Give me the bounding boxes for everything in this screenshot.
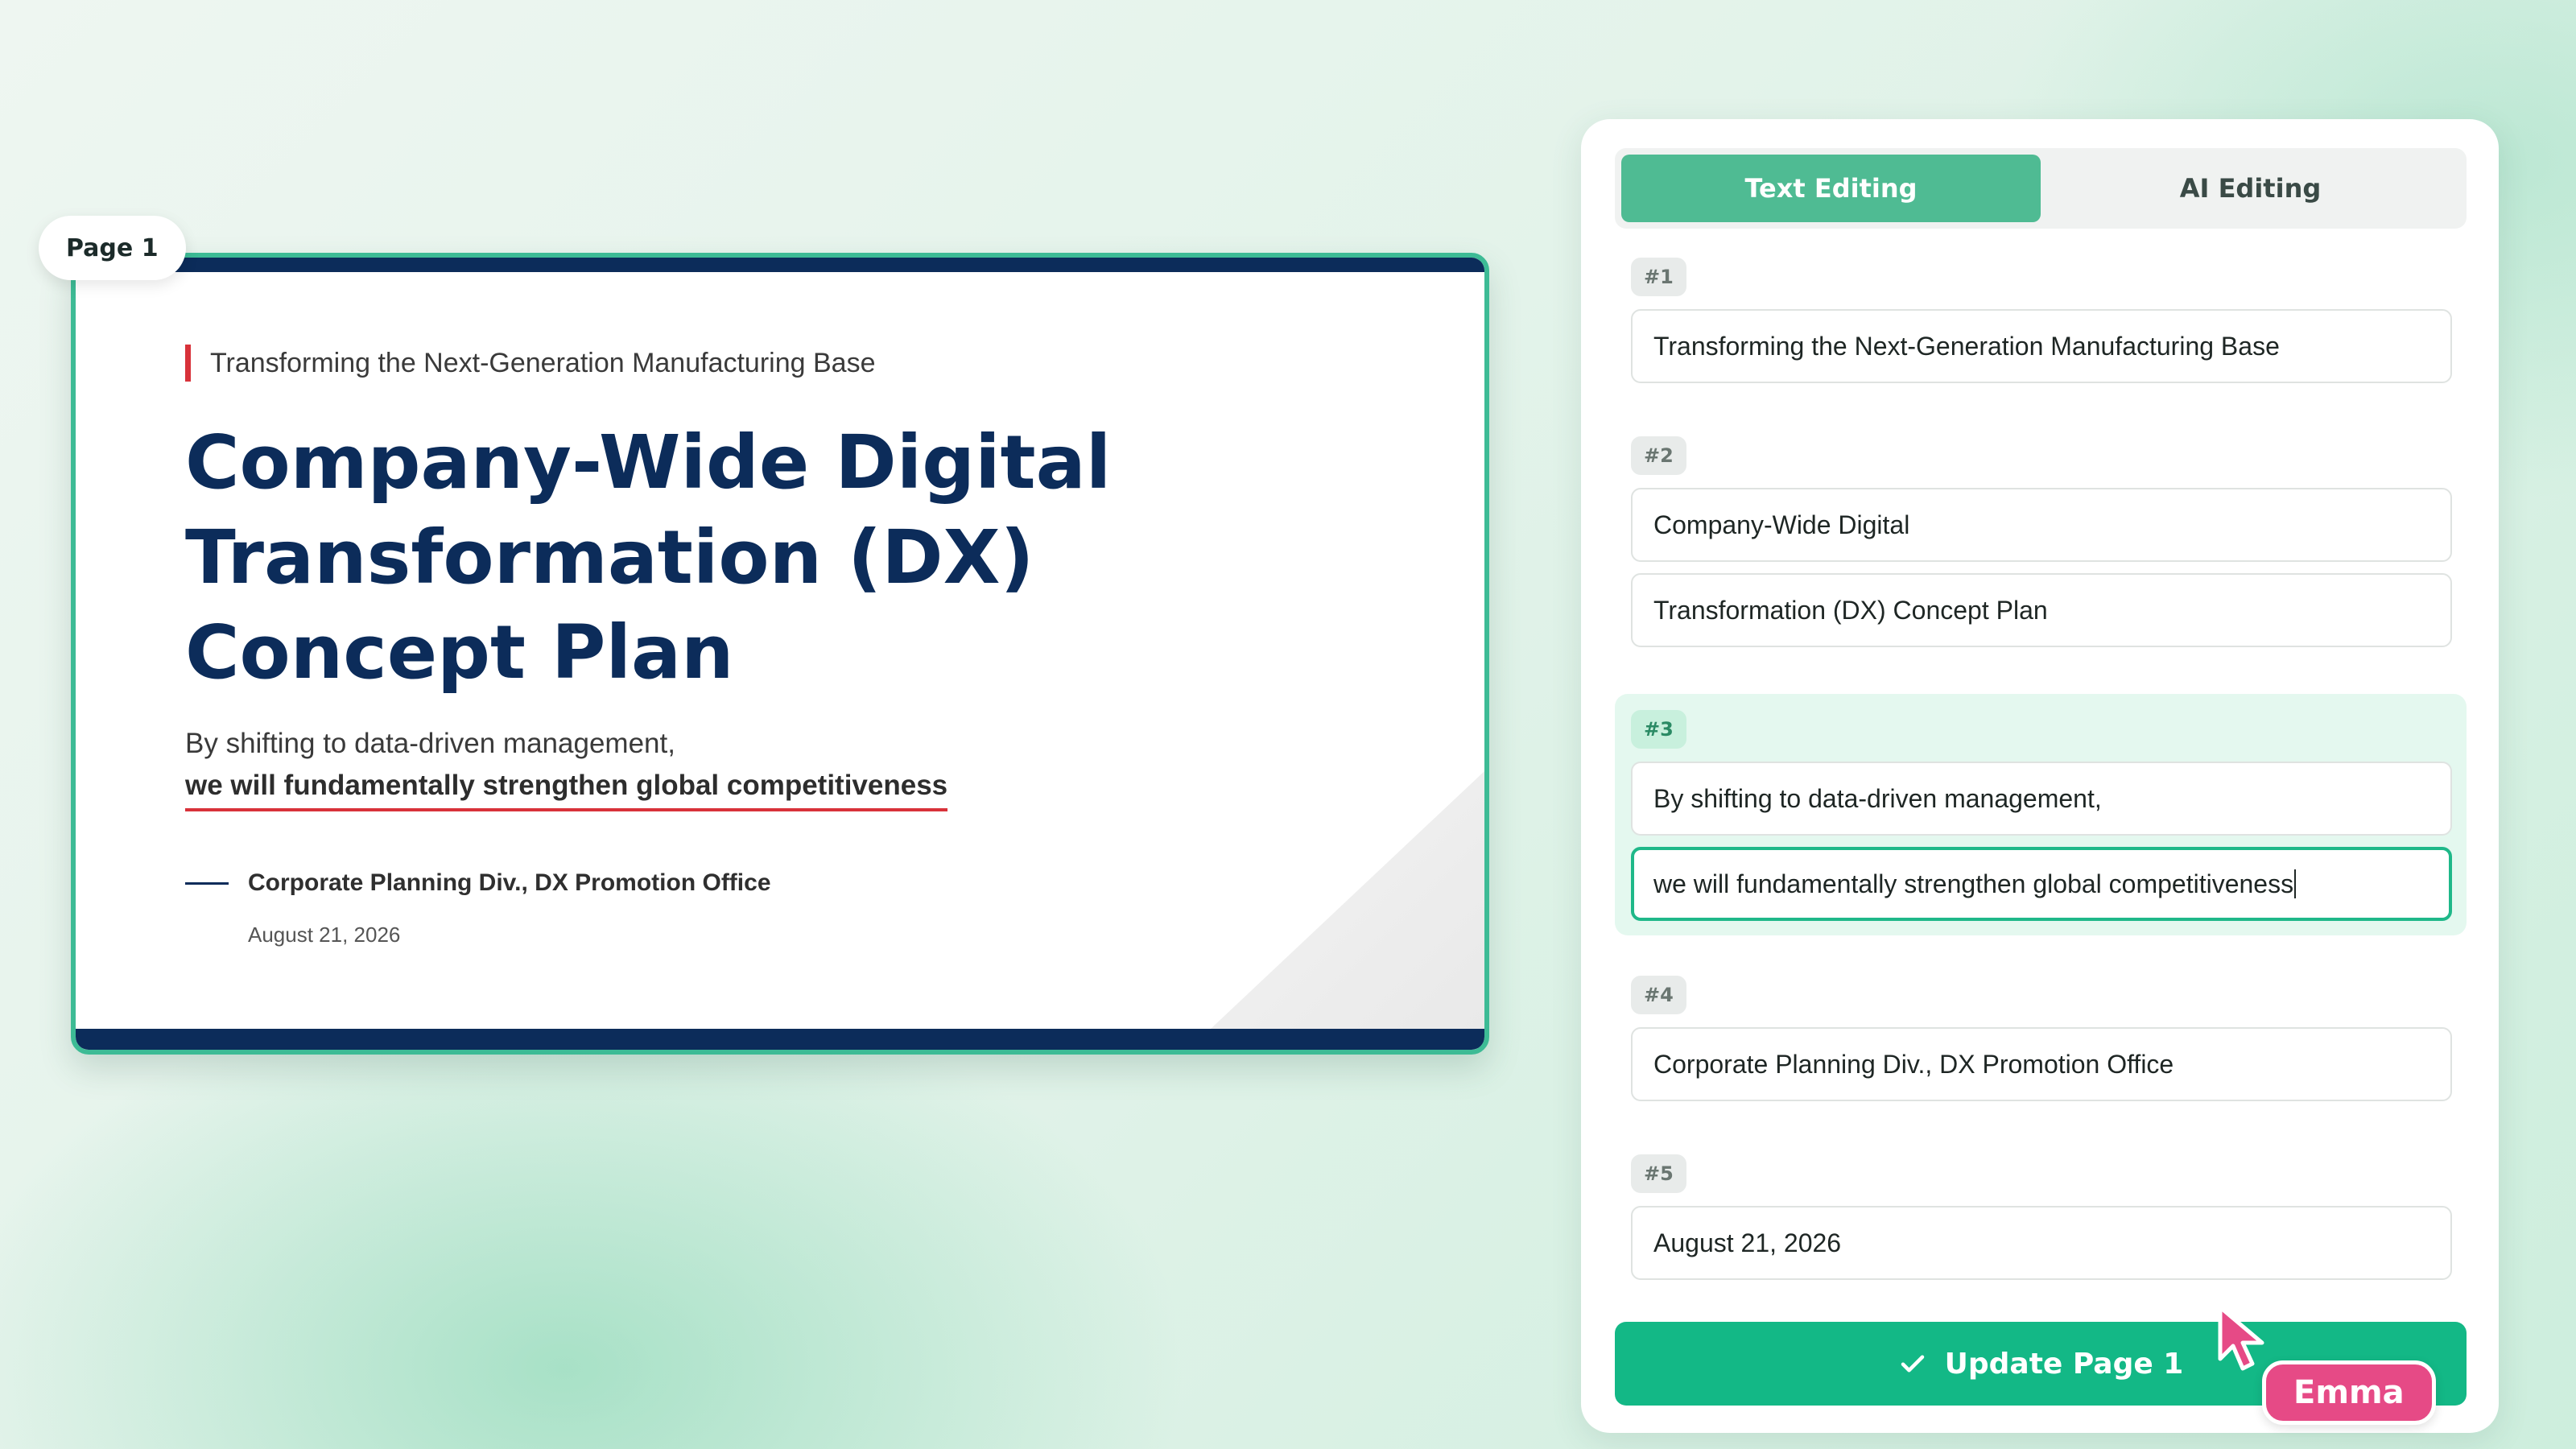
slide-corner-decoration bbox=[1211, 771, 1484, 1029]
text-group-4: #4 Corporate Planning Div., DX Promotion… bbox=[1615, 976, 2467, 1113]
text-group-2: #2 Company-Wide Digital Transformation (… bbox=[1615, 436, 2467, 654]
text-field[interactable]: Corporate Planning Div., DX Promotion Of… bbox=[1631, 1027, 2452, 1101]
slide-preview[interactable]: Transforming the Next-Generation Manufac… bbox=[71, 253, 1489, 1055]
tab-ai-editing[interactable]: AI Editing bbox=[2041, 155, 2460, 222]
editor-tabs: Text Editing AI Editing bbox=[1615, 148, 2467, 229]
slide-organization: Corporate Planning Div., DX Promotion Of… bbox=[185, 869, 771, 897]
text-field-value: we will fundamentally strengthen global … bbox=[1653, 869, 2294, 898]
cursor-icon bbox=[2218, 1305, 2264, 1371]
organization-dash bbox=[185, 881, 229, 885]
group-number-chip: #3 bbox=[1631, 710, 1686, 749]
collaborator-name-tag: Emma bbox=[2262, 1360, 2436, 1425]
editor-panel: Text Editing AI Editing #1 Transforming … bbox=[1581, 119, 2499, 1433]
text-field[interactable]: By shifting to data-driven management, bbox=[1631, 762, 2452, 836]
slide-organization-text: Corporate Planning Div., DX Promotion Of… bbox=[248, 869, 771, 896]
slide-title-line: Company-Wide Digital bbox=[185, 419, 1112, 506]
slide-kicker-text: Transforming the Next-Generation Manufac… bbox=[210, 347, 876, 378]
slide-subtitle-line-1: By shifting to data-driven management, bbox=[185, 728, 675, 759]
slide-date: August 21, 2026 bbox=[248, 923, 401, 947]
group-number-chip: #5 bbox=[1631, 1154, 1686, 1193]
text-group-1: #1 Transforming the Next-Generation Manu… bbox=[1615, 258, 2467, 394]
slide-title-line: Concept Plan bbox=[185, 609, 734, 696]
text-field[interactable]: Transforming the Next-Generation Manufac… bbox=[1631, 309, 2452, 383]
slide-kicker: Transforming the Next-Generation Manufac… bbox=[185, 345, 875, 382]
slide-subtitle-line-2: we will fundamentally strengthen global … bbox=[185, 770, 948, 811]
group-number-chip: #2 bbox=[1631, 436, 1686, 475]
group-number-chip: #1 bbox=[1631, 258, 1686, 296]
tab-text-editing[interactable]: Text Editing bbox=[1621, 155, 2041, 222]
update-page-button-label: Update Page 1 bbox=[1944, 1347, 2184, 1381]
check-icon bbox=[1901, 1355, 1924, 1373]
slide-title-line: Transformation (DX) bbox=[185, 514, 1034, 601]
text-group-3: #3 By shifting to data-driven management… bbox=[1615, 694, 2467, 935]
group-number-chip: #4 bbox=[1631, 976, 1686, 1014]
slide-bottom-bar bbox=[76, 1029, 1484, 1050]
text-field[interactable]: Transformation (DX) Concept Plan bbox=[1631, 573, 2452, 647]
text-group-5: #5 August 21, 2026 bbox=[1615, 1154, 2467, 1291]
kicker-accent-bar bbox=[185, 345, 191, 382]
text-caret bbox=[2294, 869, 2297, 898]
text-field[interactable]: Company-Wide Digital bbox=[1631, 488, 2452, 562]
slide-top-bar bbox=[76, 258, 1484, 272]
text-field-focused[interactable]: we will fundamentally strengthen global … bbox=[1631, 847, 2452, 921]
page-badge: Page 1 bbox=[39, 216, 186, 280]
text-field[interactable]: August 21, 2026 bbox=[1631, 1206, 2452, 1280]
slide-title: Company-Wide Digital Transformation (DX)… bbox=[185, 415, 1151, 700]
